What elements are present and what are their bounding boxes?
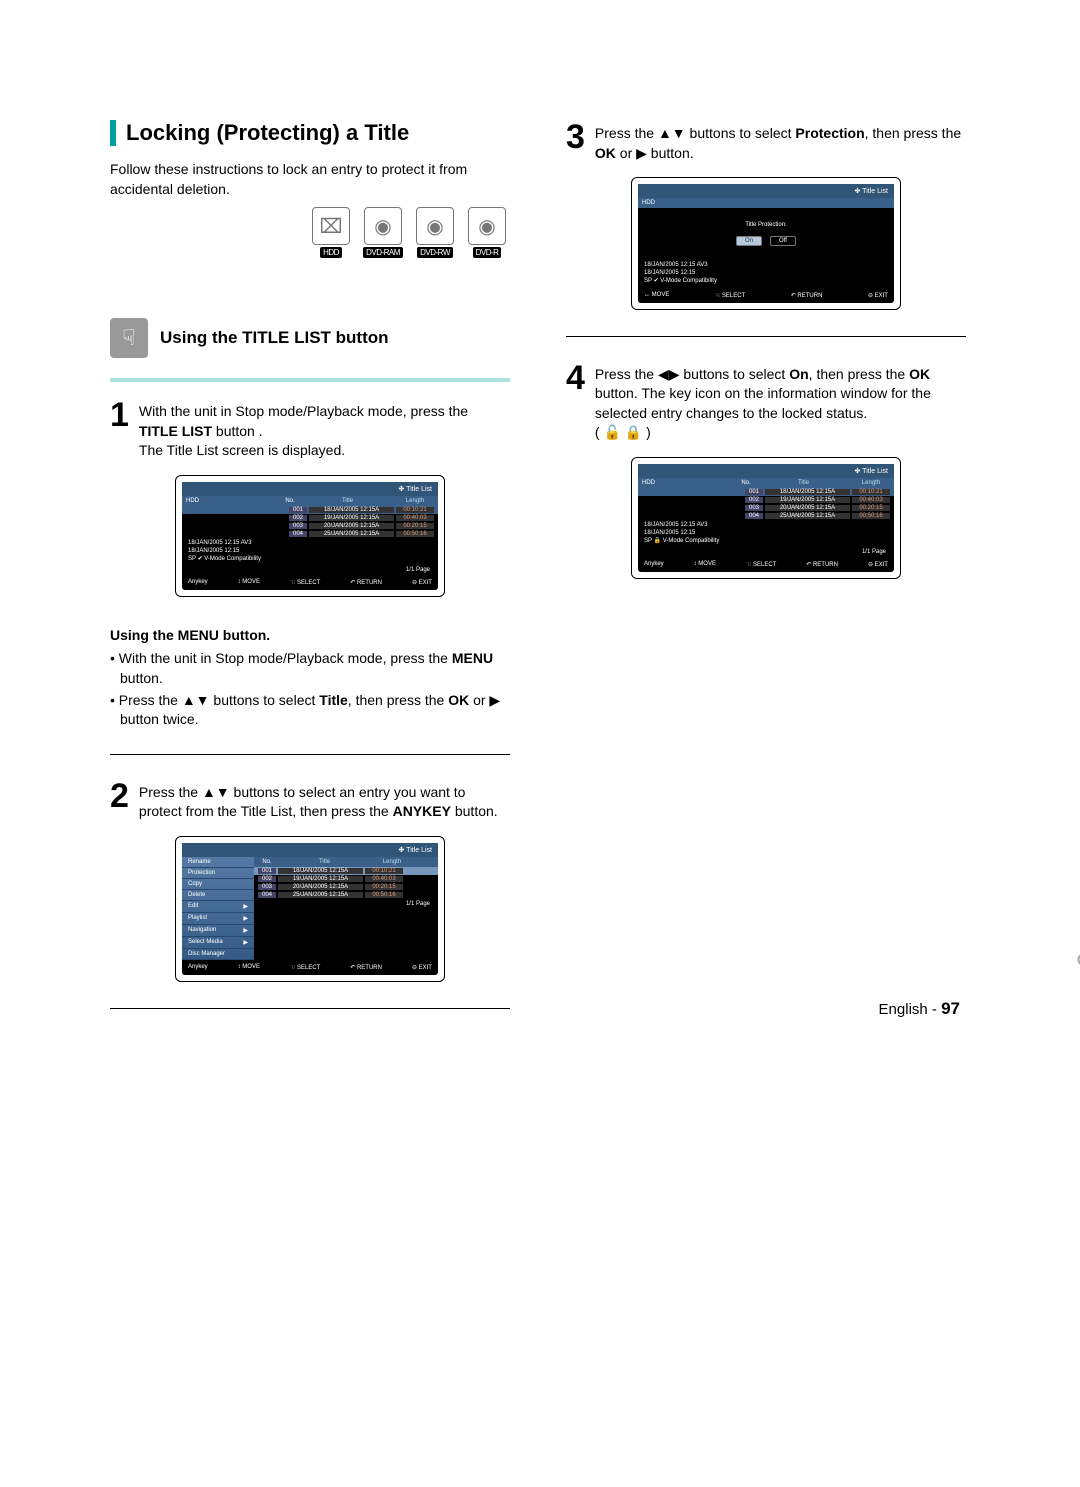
step-4: 4 Press the ◀▶ buttons to select On, the… xyxy=(566,361,966,443)
media-dvdr: ◉ DVD-R xyxy=(464,207,510,258)
using-menu-heading: Using the MENU button. xyxy=(110,627,510,643)
osd-footer: Anykey ↕ MOVE ☜ SELECT ↶ RETURN ⊖ EXIT xyxy=(182,960,438,975)
on-option: On xyxy=(736,236,762,246)
divider xyxy=(110,1008,510,1009)
media-label: DVD-R xyxy=(473,247,502,258)
step-text: Press the ◀▶ buttons to select On, then … xyxy=(595,361,966,443)
table-row: 00320/JAN/2005 12:15A00:20:15 xyxy=(182,522,438,530)
menu-bullet-2: • Press the ▲▼ buttons to select Title, … xyxy=(110,691,510,730)
osd-hdd-label: HDD xyxy=(186,498,275,504)
table-row: 00118/JAN/2005 12:15A00:10:21 xyxy=(182,506,438,514)
disc-icon: ◉ xyxy=(364,207,402,245)
menu-item: Navigation▶ xyxy=(182,925,254,937)
media-dvdram: ◉ DVD-RAM xyxy=(360,207,406,258)
step-3: 3 Press the ▲▼ buttons to select Protect… xyxy=(566,120,966,163)
step-number: 2 xyxy=(110,779,129,822)
off-option: Off xyxy=(770,236,796,246)
step-text: Press the ▲▼ buttons to select Protectio… xyxy=(595,120,966,163)
osd-footer: ↔ MOVE ☜ SELECT ↶ RETURN ⊖ EXIT xyxy=(638,288,894,303)
table-row: 00118/JAN/2005 12:15A00:10:21 xyxy=(638,488,894,496)
context-menu: Rename Protection Copy Delete Edit▶ Play… xyxy=(182,857,254,960)
osd-title-list: ✤ Title List HDD No. Title Length 00118/… xyxy=(175,475,445,597)
divider-bar xyxy=(110,378,510,382)
protection-prompt: Title Protection: On Off xyxy=(638,208,894,260)
table-row: 00118/JAN/2005 12:15A00:10:21 xyxy=(254,867,438,875)
chapter-tab: Editing xyxy=(1076,880,1080,969)
menu-bullet-1: • With the unit in Stop mode/Playback mo… xyxy=(110,649,510,688)
osd-protection-dialog: ✤ Title List HDD Title Protection: On Of… xyxy=(631,177,901,309)
menu-item: Edit▶ xyxy=(182,901,254,913)
step-text: Press the ▲▼ buttons to select an entry … xyxy=(139,779,510,822)
page-footer: English - 97 xyxy=(879,999,960,1019)
step-number: 4 xyxy=(566,361,585,443)
osd-footer: Anykey ↕ MOVE ☜ SELECT ↶ RETURN ⊖ EXIT xyxy=(182,575,438,590)
divider xyxy=(110,754,510,755)
menu-item: Disc Manager xyxy=(182,949,254,960)
step-2: 2 Press the ▲▼ buttons to select an entr… xyxy=(110,779,510,822)
intro-text: Follow these instructions to lock an ent… xyxy=(110,160,510,199)
menu-item: Copy xyxy=(182,879,254,890)
table-row: 00425/JAN/2005 12:15A00:50:16 xyxy=(638,512,894,520)
subheading-row: ☟ Using the TITLE LIST button xyxy=(110,318,510,358)
osd-title-label: ✤ Title List xyxy=(182,482,438,496)
media-label: HDD xyxy=(320,247,342,258)
table-row: 00219/JAN/2005 12:15A00:40:03 xyxy=(638,496,894,504)
on-off-group: On Off xyxy=(736,236,796,246)
disc-icon: ◉ xyxy=(468,207,506,245)
left-column: Locking (Protecting) a Title Follow thes… xyxy=(110,120,510,1033)
media-support-row: ⌧ HDD ◉ DVD-RAM ◉ DVD-RW ◉ DVD-R xyxy=(110,207,510,258)
lock-icons: ( 🔓 🔒 ) xyxy=(595,424,651,440)
osd-meta: 18/JAN/2005 12:15 AV3 18/JAN/2005 12:15 … xyxy=(638,260,894,287)
osd-table-header: HDD No. Title Length xyxy=(638,478,894,488)
menu-item: Playlist▶ xyxy=(182,913,254,925)
menu-item: Protection xyxy=(182,868,254,879)
osd-title-list-locked: ✤ Title List HDD No. Title Length 00118/… xyxy=(631,457,901,579)
hdd-icon: ⌧ xyxy=(312,207,350,245)
osd-title-label: ✤ Title List xyxy=(638,184,894,198)
step-text: With the unit in Stop mode/Playback mode… xyxy=(139,398,510,461)
section-heading: Locking (Protecting) a Title xyxy=(110,120,510,146)
osd-page: 1/1 Page xyxy=(182,565,438,575)
menu-item: Delete xyxy=(182,890,254,901)
osd-title-label: ✤ Title List xyxy=(182,843,438,857)
menu-item: Select Media▶ xyxy=(182,937,254,949)
media-dvdrw: ◉ DVD-RW xyxy=(412,207,458,258)
media-label: DVD-RAM xyxy=(363,247,403,258)
table-row: 00320/JAN/2005 12:15A00:20:15 xyxy=(254,883,438,891)
table-row: 00425/JAN/2005 12:15A00:50:16 xyxy=(182,530,438,538)
osd-meta: 18/JAN/2005 12:15 AV3 18/JAN/2005 12:15 … xyxy=(638,520,894,547)
remote-finger-icon: ☟ xyxy=(110,318,148,358)
osd-page: 1/1 Page xyxy=(638,547,894,557)
right-column: 3 Press the ▲▼ buttons to select Protect… xyxy=(566,120,966,1033)
table-row: 00219/JAN/2005 12:15A00:40:03 xyxy=(182,514,438,522)
menu-item: Rename xyxy=(182,857,254,868)
media-hdd: ⌧ HDD xyxy=(308,207,354,258)
osd-meta: 18/JAN/2005 12:15 AV3 18/JAN/2005 12:15 … xyxy=(182,538,438,565)
step-number: 3 xyxy=(566,120,585,163)
osd-footer: Anykey ↕ MOVE ☜ SELECT ↶ RETURN ⊖ EXIT xyxy=(638,557,894,572)
table-row: 00320/JAN/2005 12:15A00:20:15 xyxy=(638,504,894,512)
subheading-text: Using the TITLE LIST button xyxy=(160,328,389,348)
osd-context-menu: ✤ Title List Rename Protection Copy Dele… xyxy=(175,836,445,982)
table-row: 00425/JAN/2005 12:15A00:50:16 xyxy=(254,891,438,899)
osd-table-header: HDD No. Title Length xyxy=(182,496,438,506)
step-number: 1 xyxy=(110,398,129,461)
table-row: 00219/JAN/2005 12:15A00:40:03 xyxy=(254,875,438,883)
divider xyxy=(566,336,966,337)
step-1: 1 With the unit in Stop mode/Playback mo… xyxy=(110,398,510,461)
media-label: DVD-RW xyxy=(417,247,453,258)
disc-icon: ◉ xyxy=(416,207,454,245)
osd-title-label: ✤ Title List xyxy=(638,464,894,478)
